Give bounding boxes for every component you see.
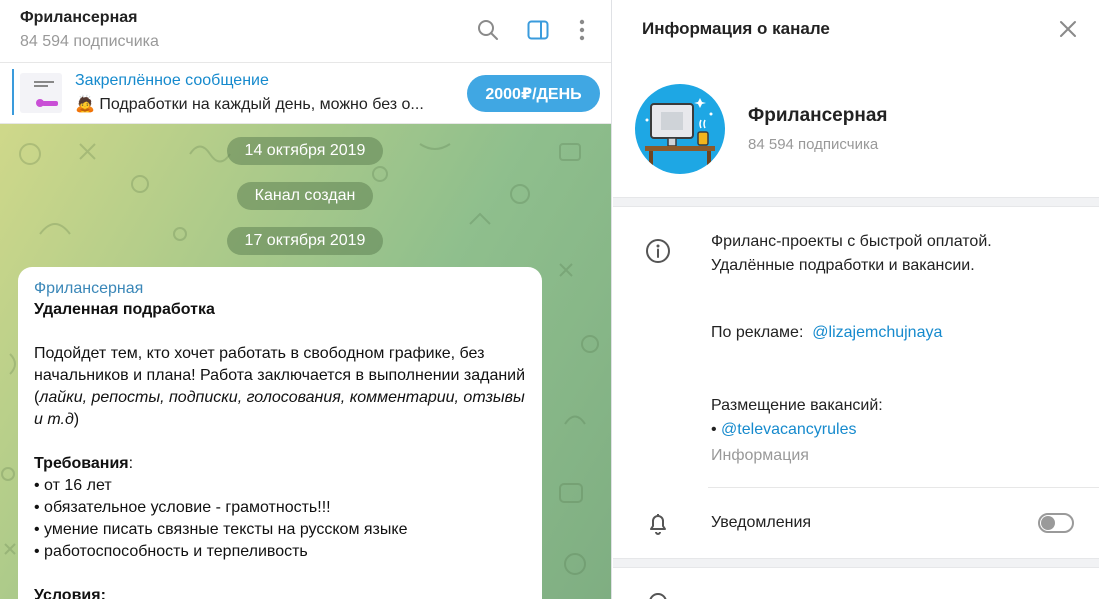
date-separator: 17 октября 2019 — [227, 227, 383, 255]
requirements-colon: : — [128, 455, 134, 472]
message-headline: Удаленная подработка — [34, 301, 215, 318]
ad-contact-link[interactable]: @lizajemchujnaya — [812, 324, 942, 341]
vacancy-contact-link[interactable]: @televacancyrules — [721, 421, 856, 438]
channel-avatar[interactable] — [635, 84, 725, 174]
chat-subscriber-count: 84 594 подписчика — [20, 33, 159, 50]
pinned-title: Закреплённое сообщение — [75, 72, 269, 89]
close-icon[interactable] — [1056, 17, 1080, 41]
channel-description: Фриланс-проекты с быстрой оплатой. Удалё… — [711, 230, 992, 278]
message-sender[interactable]: Фрилансерная — [34, 279, 526, 299]
notifications-toggle[interactable] — [1038, 513, 1074, 533]
channel-subscriber-count: 84 594 подписчика — [748, 136, 879, 153]
bell-icon — [650, 514, 666, 535]
pinned-thumbnail — [20, 73, 62, 113]
vacancy-contact: • @televacancyrules — [711, 421, 856, 439]
info-section-label: Информация — [711, 447, 809, 464]
conditions-heading: Условия: — [34, 587, 106, 599]
message-paragraph: Подойдет тем, кто хочет работать в свобо… — [34, 343, 526, 431]
requirement-item: • умение писать связные тексты на русско… — [34, 521, 408, 538]
sidebar-toggle-icon[interactable] — [526, 18, 550, 42]
info-icon — [646, 239, 670, 263]
message-italic-text: лайки, репосты, подписки, голосования, к… — [34, 389, 525, 428]
ad-contact: По рекламе: @lizajemchujnaya — [711, 324, 942, 342]
ad-label: По рекламе: — [711, 324, 804, 341]
date-separator: 14 октября 2019 — [227, 137, 383, 165]
message-text: ) — [73, 411, 80, 428]
requirement-item: • работоспособность и терпеливость — [34, 543, 308, 560]
search-icon[interactable] — [476, 18, 500, 42]
section-divider — [613, 558, 1099, 568]
requirements-title: Требования — [34, 455, 129, 472]
pinned-action-button[interactable]: 2000₽/ДЕНЬ — [467, 75, 600, 112]
section-divider — [613, 197, 1099, 207]
notifications-label: Уведомления — [711, 514, 812, 531]
toggle-knob — [1041, 516, 1055, 530]
chat-pane: Фрилансерная 84 594 подписчика Закреплён… — [0, 0, 612, 599]
channel-name: Фрилансерная — [748, 105, 888, 126]
separator — [708, 487, 1099, 488]
requirement-item: • обязательное условие - грамотность!!! — [34, 499, 331, 516]
message-bubble[interactable]: Фрилансерная Удаленная подработка Подойд… — [18, 267, 542, 599]
chat-header[interactable]: Фрилансерная 84 594 подписчика — [0, 0, 611, 63]
requirement-item: • от 16 лет — [34, 477, 112, 494]
chat-background: 14 октября 2019 Канал создан 17 октября … — [0, 124, 611, 599]
pinned-message-bar[interactable]: Закреплённое сообщение 🙇 Подработки на к… — [0, 63, 611, 124]
service-message-channel-created: Канал создан — [237, 182, 373, 210]
partial-icon — [649, 593, 667, 599]
pinned-preview-text: 🙇 Подработки на каждый день, можно без о… — [75, 96, 424, 113]
vacancy-label: Размещение вакансий: — [711, 397, 883, 414]
channel-info-panel: Информация о канале Фрилансерная 84 594 … — [613, 0, 1099, 599]
more-vertical-icon[interactable] — [570, 18, 594, 42]
description-line: Удалённые подработки и вакансии. — [711, 257, 975, 274]
info-panel-title: Информация о канале — [642, 19, 830, 38]
description-line: Фриланс-проекты с быстрой оплатой. — [711, 233, 992, 250]
requirements-heading: Требования: — [34, 453, 526, 475]
bullet: • — [711, 421, 722, 438]
chat-title[interactable]: Фрилансерная — [20, 9, 137, 27]
pinned-indicator — [12, 69, 14, 115]
